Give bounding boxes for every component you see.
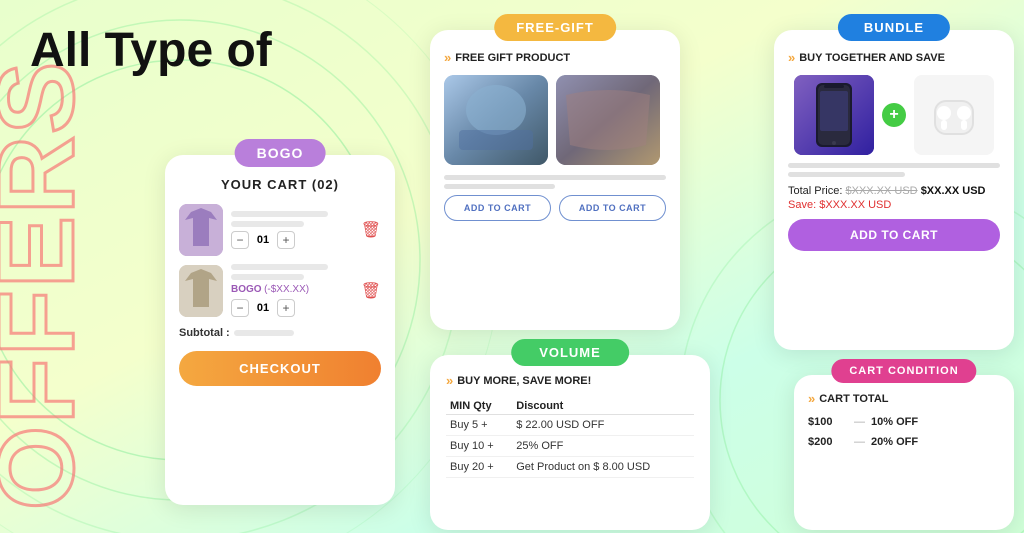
cart-item-1: − 01 + 🗑: [179, 204, 381, 256]
qty-control-2: − 01 +: [231, 299, 353, 317]
bundle-products: +: [788, 75, 1000, 155]
vol-col-minqty: MIN Qty: [446, 398, 512, 415]
offers-vertical-text: OFFERS: [0, 60, 90, 510]
vol-discount-1: $ 22.00 USD OFF: [512, 415, 694, 436]
bundle-old-price: $XXX.XX USD: [845, 185, 917, 197]
qty-plus-2[interactable]: +: [277, 299, 295, 317]
qty-num-1: 01: [255, 234, 271, 246]
cart-condition-badge: CART CONDITION: [831, 359, 976, 383]
volume-card: VOLUME BUY MORE, SAVE MORE! MIN Qty Disc…: [430, 355, 710, 530]
condition-discount-1: 10% OFF: [871, 416, 918, 428]
vol-minqty-3: Buy 20 +: [446, 457, 512, 478]
volume-label: BUY MORE, SAVE MORE!: [446, 373, 694, 388]
add-to-cart-btn-2[interactable]: ADD TO CART: [559, 195, 666, 221]
gift-text-lines: [444, 175, 666, 189]
subtotal-label: Subtotal :: [179, 327, 230, 339]
bogo-tag: BOGO: [231, 284, 262, 295]
main-heading: All Type of: [30, 25, 272, 78]
trash-icon-2[interactable]: 🗑: [361, 281, 381, 301]
volume-row-3: Buy 20 + Get Product on $ 8.00 USD: [446, 457, 694, 478]
save-label: Save:: [788, 199, 816, 211]
volume-badge: VOLUME: [511, 339, 629, 366]
condition-amount-1: $100: [808, 416, 848, 428]
gift-products: [444, 75, 666, 165]
vol-minqty-2: Buy 10 +: [446, 436, 512, 457]
bundle-label: BUY TOGETHER AND SAVE: [788, 50, 1000, 65]
free-gift-card: FREE-GIFT FREE GIFT PRODUCT: [430, 30, 680, 330]
qty-num-2: 01: [255, 302, 271, 314]
trash-icon-1[interactable]: 🗑: [361, 220, 381, 240]
subtotal-row: Subtotal :: [179, 327, 381, 339]
bundle-airpods-image: [914, 75, 994, 155]
qty-control-1: − 01 +: [231, 231, 353, 249]
bundle-new-price: $XX.XX USD: [921, 185, 986, 197]
vol-discount-2: 25% OFF: [512, 436, 694, 457]
bogo-price: (-$XX.XX): [264, 284, 309, 295]
vol-discount-3: Get Product on $ 8.00 USD: [512, 457, 694, 478]
volume-row-2: Buy 10 + 25% OFF: [446, 436, 694, 457]
qty-minus-1[interactable]: −: [231, 231, 249, 249]
cart-item-2-lines: BOGO (-$XX.XX) − 01 +: [231, 264, 353, 317]
vol-minqty-1: Buy 5 +: [446, 415, 512, 436]
bundle-phone-image: [794, 75, 874, 155]
add-to-cart-buttons: ADD TO CART ADD TO CART: [444, 195, 666, 221]
total-price-label: Total Price:: [788, 185, 842, 197]
volume-table: MIN Qty Discount Buy 5 + $ 22.00 USD OFF…: [446, 398, 694, 478]
condition-row-1: $100 — 10% OFF: [808, 416, 1000, 428]
free-gift-badge: FREE-GIFT: [494, 14, 616, 41]
condition-rows: $100 — 10% OFF $200 — 20% OFF: [808, 416, 1000, 448]
bundle-plus-icon: +: [882, 103, 906, 127]
save-amount: $XXX.XX USD: [819, 199, 891, 211]
add-to-cart-btn-1[interactable]: ADD TO CART: [444, 195, 551, 221]
gift-product-1-image: [444, 75, 548, 165]
bundle-save-row: Save: $XXX.XX USD: [788, 199, 1000, 211]
condition-discount-2: 20% OFF: [871, 436, 918, 448]
qty-plus-1[interactable]: +: [277, 231, 295, 249]
condition-row-2: $200 — 20% OFF: [808, 436, 1000, 448]
bundle-card: BUNDLE BUY TOGETHER AND SAVE +: [774, 30, 1014, 350]
cart-item-1-image: [179, 204, 223, 256]
free-gift-label: FREE GIFT PRODUCT: [444, 50, 666, 65]
bundle-text-lines: [788, 163, 1000, 177]
bogo-badge: BOGO: [235, 139, 326, 167]
vol-col-discount: Discount: [512, 398, 694, 415]
volume-row-1: Buy 5 + $ 22.00 USD OFF: [446, 415, 694, 436]
checkout-button[interactable]: CHECKOUT: [179, 351, 381, 386]
cart-condition-card: CART CONDITION CART TOTAL $100 — 10% OFF…: [794, 375, 1014, 530]
bundle-add-to-cart-button[interactable]: ADD TO CART: [788, 219, 1000, 251]
condition-amount-2: $200: [808, 436, 848, 448]
cart-item-2: BOGO (-$XX.XX) − 01 + 🗑: [179, 264, 381, 317]
bundle-badge: BUNDLE: [838, 14, 950, 41]
qty-minus-2[interactable]: −: [231, 299, 249, 317]
cart-condition-label: CART TOTAL: [808, 391, 1000, 406]
cart-item-2-image: [179, 265, 223, 317]
bundle-price-row: Total Price: $XXX.XX USD $XX.XX USD: [788, 185, 1000, 197]
cart-item-1-lines: − 01 +: [231, 211, 353, 249]
bogo-cart-title: YOUR CART (02): [179, 177, 381, 192]
bogo-card: BOGO YOUR CART (02) − 01 + 🗑: [165, 155, 395, 505]
gift-product-2-image: [556, 75, 660, 165]
